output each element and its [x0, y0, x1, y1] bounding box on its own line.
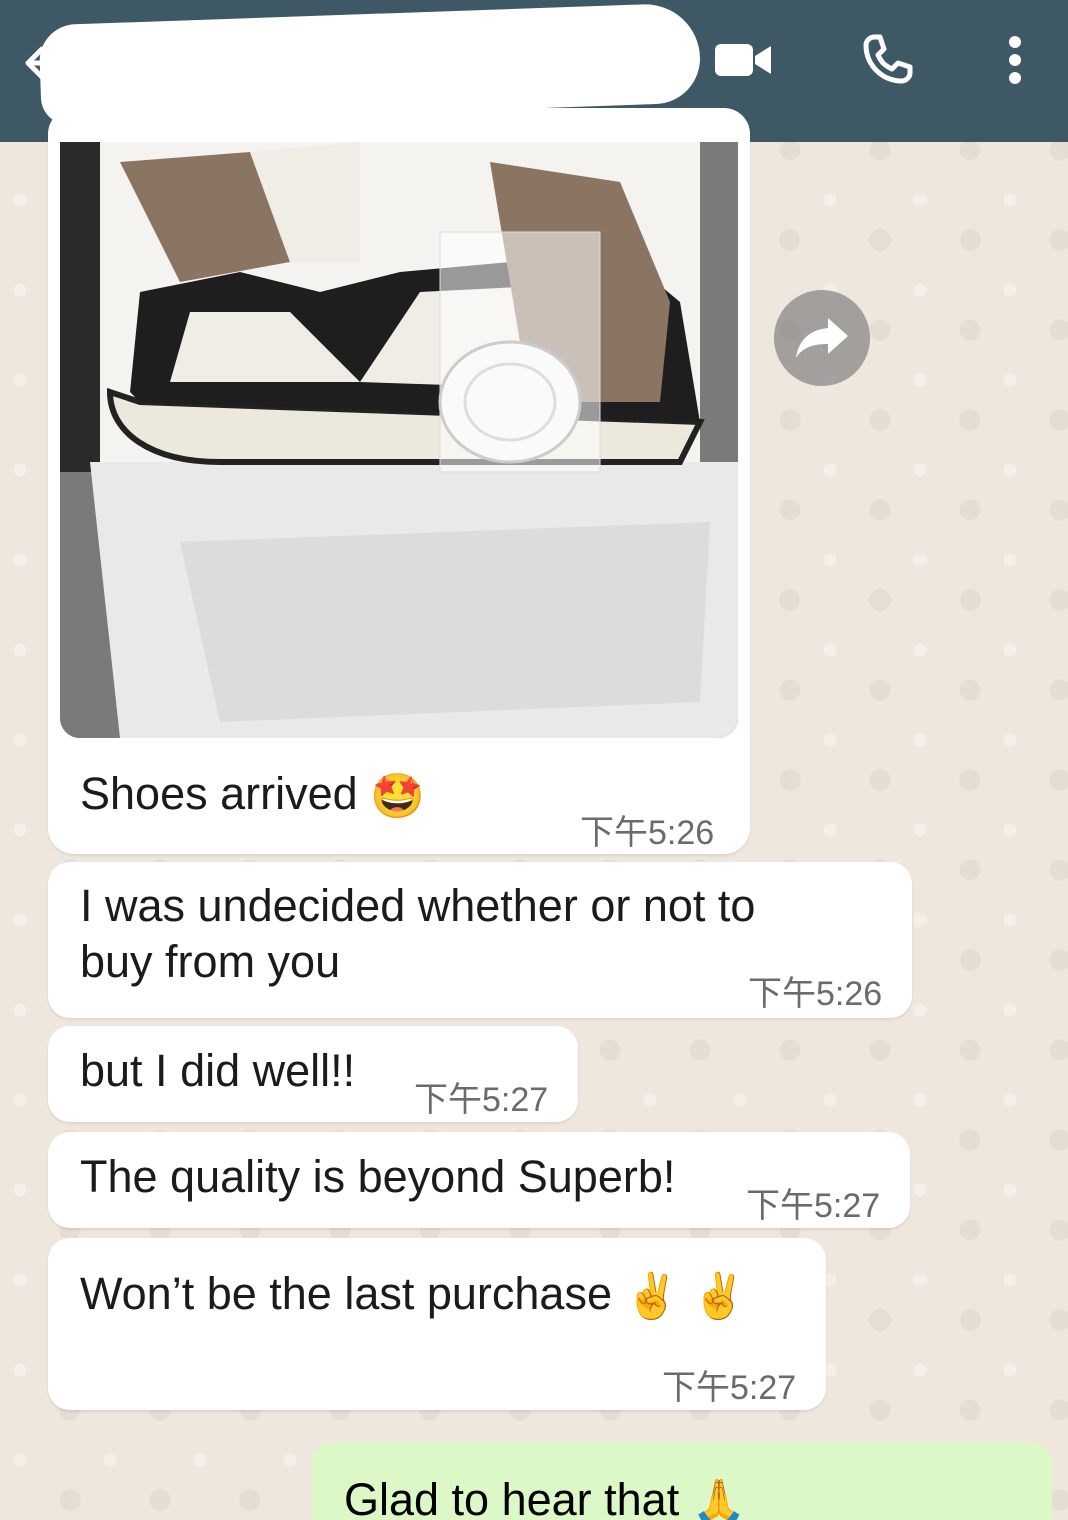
shoe-photo[interactable] [60, 142, 738, 738]
message-text: but I did well!! [80, 1045, 356, 1096]
message-time: 下午5:26 [580, 814, 715, 852]
message-bubble[interactable]: Won’t be the last purchase ✌️ ✌️ 下午5:27 [48, 1238, 826, 1410]
message-text: Won’t be the last purchase ✌️ ✌️ [80, 1266, 746, 1325]
message-time: 下午5:27 [414, 1081, 549, 1119]
message-time: 下午5:27 [746, 1187, 881, 1225]
forward-arrow-icon [796, 318, 848, 358]
folded-hands-emoji: 🙏 [691, 1478, 747, 1520]
message-bubble[interactable]: The quality is beyond Superb! 下午5:27 [48, 1132, 910, 1228]
message-bubble[interactable]: but I did well!! 下午5:27 [48, 1026, 578, 1122]
victory-hand-emoji: ✌️ ✌️ [624, 1272, 747, 1322]
message-time: 下午5:26 [748, 975, 883, 1013]
outgoing-message-bubble[interactable]: Glad to hear that 🙏 [312, 1442, 1052, 1520]
message-bubble[interactable]: I was undecided whether or not to buy fr… [48, 862, 912, 1018]
message-bubble-image[interactable]: Shoes arrived 🤩 下午5:26 [48, 108, 750, 854]
video-call-icon[interactable] [708, 30, 778, 90]
forward-button[interactable] [774, 290, 870, 386]
star-struck-emoji: 🤩 [370, 772, 425, 822]
contact-name[interactable]: •••••••••• ••••••• •••• [84, 30, 684, 100]
message-text: The quality is beyond Superb! [80, 1151, 676, 1202]
message-time: 下午5:27 [662, 1369, 797, 1407]
message-text: I was undecided whether or not to buy fr… [80, 880, 756, 987]
message-text: Glad to hear that 🙏 [344, 1472, 747, 1520]
voice-call-icon[interactable] [852, 30, 922, 90]
message-text: Shoes arrived 🤩 [80, 766, 425, 825]
more-options-icon[interactable] [980, 30, 1050, 90]
